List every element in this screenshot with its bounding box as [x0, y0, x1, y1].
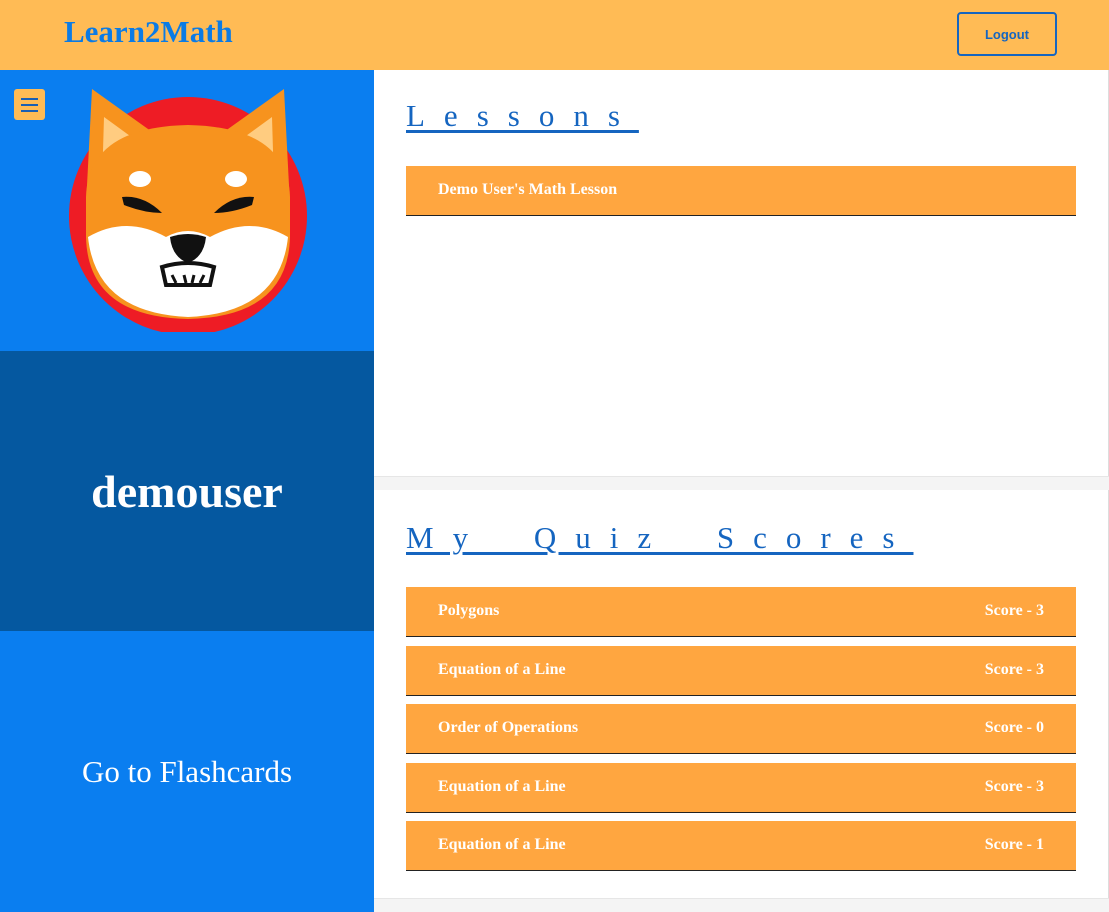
quiz-scores-heading[interactable]: My Quiz Scores: [406, 520, 913, 556]
quiz-score-row[interactable]: Equation of a Line Score - 1: [406, 821, 1076, 871]
panel-bottom-edge: [374, 898, 1109, 912]
sidebar: demouser Go to Flashcards: [0, 70, 374, 912]
quiz-name: Equation of a Line: [438, 661, 566, 678]
sidebar-user-section: demouser: [0, 351, 374, 631]
quiz-score-row[interactable]: Equation of a Line Score - 3: [406, 763, 1076, 813]
shiba-inu-avatar-icon: [69, 89, 307, 332]
sidebar-flashcards-section: Go to Flashcards: [0, 631, 374, 912]
top-navbar: Learn2Math Logout: [0, 0, 1109, 70]
lessons-heading[interactable]: Lessons: [406, 98, 639, 134]
quiz-name: Equation of a Line: [438, 836, 566, 853]
quiz-scores-panel: My Quiz Scores Polygons Score - 3 Equati…: [374, 490, 1109, 898]
quiz-score-row[interactable]: Order of Operations Score - 0: [406, 704, 1076, 754]
go-to-flashcards-link[interactable]: Go to Flashcards: [0, 631, 374, 912]
quiz-name: Equation of a Line: [438, 778, 566, 795]
logout-button[interactable]: Logout: [957, 12, 1057, 56]
hamburger-menu-icon[interactable]: [14, 89, 45, 120]
quiz-score: Score - 0: [984, 719, 1044, 736]
quiz-score: Score - 1: [984, 836, 1044, 853]
quiz-score: Score - 3: [984, 602, 1044, 619]
lesson-row[interactable]: Demo User's Math Lesson: [406, 166, 1076, 216]
sidebar-avatar-section: [0, 70, 374, 351]
panel-divider: [374, 476, 1109, 490]
quiz-score: Score - 3: [984, 778, 1044, 795]
lesson-label: Demo User's Math Lesson: [438, 181, 618, 198]
username-label: demouser: [91, 465, 283, 517]
quiz-score: Score - 3: [984, 661, 1044, 678]
brand-logo[interactable]: Learn2Math: [64, 14, 233, 50]
quiz-score-row[interactable]: Polygons Score - 3: [406, 587, 1076, 637]
quiz-name: Order of Operations: [438, 719, 579, 736]
lessons-panel: Lessons Demo User's Math Lesson: [374, 70, 1109, 476]
quiz-score-row[interactable]: Equation of a Line Score - 3: [406, 646, 1076, 696]
quiz-name: Polygons: [438, 602, 500, 619]
